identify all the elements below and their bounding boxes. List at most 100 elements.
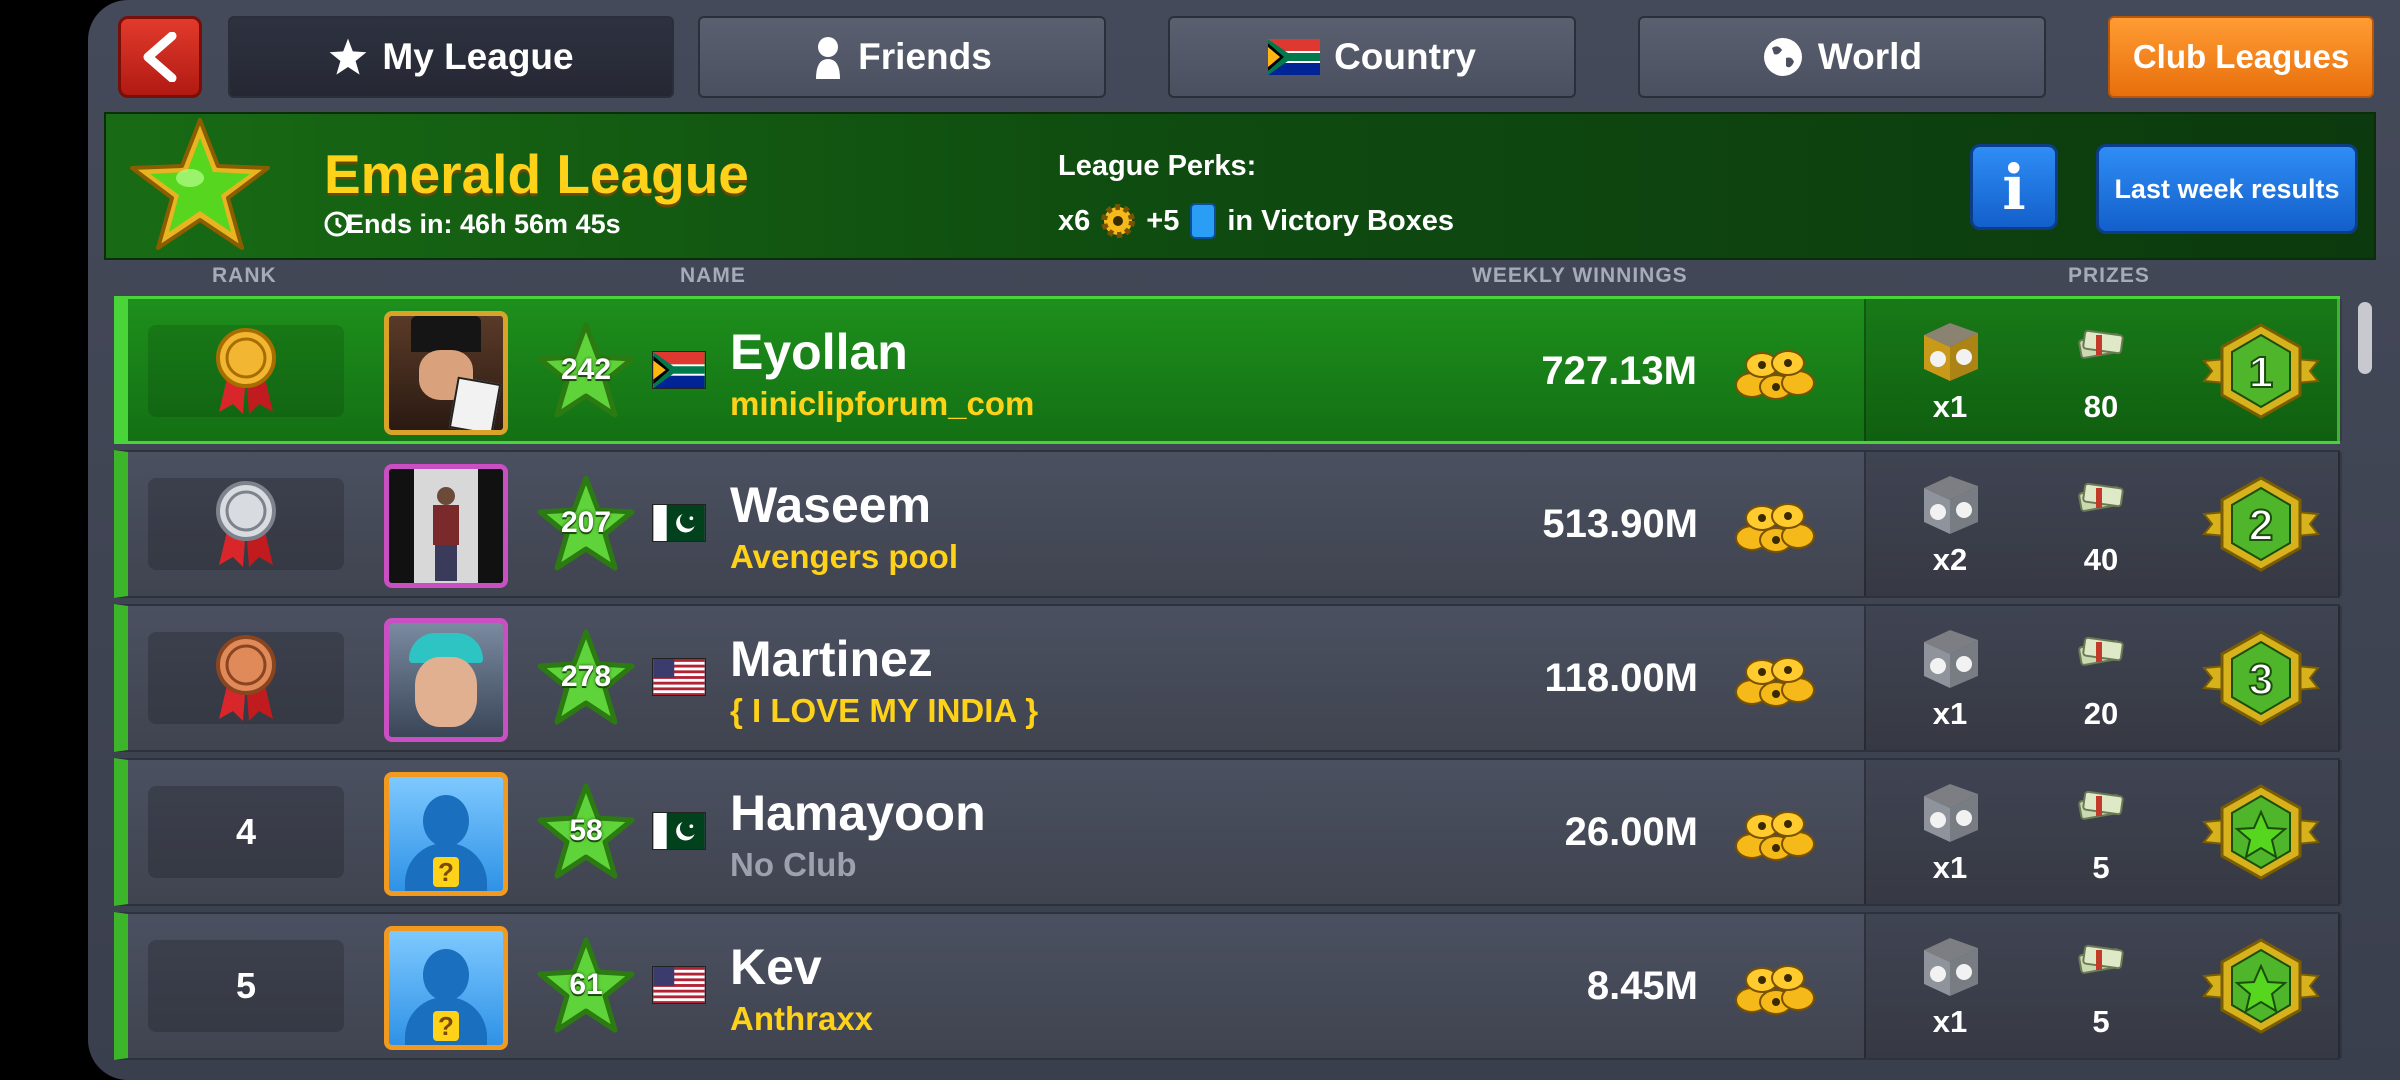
prize-badge-icon: 2 (2202, 476, 2320, 572)
tab-club-leagues[interactable]: Club Leagues (2108, 16, 2374, 98)
league-countdown: Ends in: 46h 56m 45s (346, 209, 621, 239)
tab-label: My League (382, 36, 574, 77)
league-title: Emerald League (324, 143, 749, 205)
player-club: miniclipforum_com (730, 385, 1035, 422)
coins-icon (1732, 956, 1816, 1016)
cash-icon (2076, 480, 2126, 514)
player-club: No Club (730, 846, 857, 883)
coins-icon (1732, 648, 1816, 708)
player-row[interactable]: 242 Eyollan miniclipforum_com 727.13M x1 80 1 (114, 296, 2342, 444)
gold-box-icon (1916, 319, 1984, 383)
tab-world[interactable]: World (1638, 16, 2046, 98)
rank-number: 4 (235, 811, 257, 852)
prize-badge-number: 2 (2249, 501, 2273, 550)
rank-medal-icon (216, 635, 276, 721)
cash-prize-amount: 80 (2083, 389, 2119, 424)
card-icon (1190, 203, 1217, 239)
prize-badge-number: 1 (2249, 348, 2273, 397)
rank-cell (148, 478, 344, 570)
league-perks-label: League Perks: (1058, 150, 1257, 182)
rank-cell: 4 (148, 786, 344, 878)
perk-coin-multiplier: x6 (1058, 204, 1091, 237)
player-avatar[interactable]: ? (384, 926, 508, 1050)
weekly-winnings: 8.45M (1586, 964, 1698, 1008)
league-perks: x6 +5 in Victory Boxes (1058, 202, 1454, 240)
player-name: Eyollan (730, 324, 908, 380)
tab-label: World (1817, 36, 1923, 77)
pakistan-flag-icon (652, 812, 706, 850)
avatar-placeholder: ? (389, 931, 503, 1045)
cash-prize-amount: 40 (2083, 542, 2119, 577)
player-level: 58 (569, 814, 603, 847)
prizes-cell: x1 5 (1864, 760, 2342, 904)
south-africa-flag-icon (652, 351, 706, 389)
player-club: Avengers pool (730, 538, 958, 575)
coins-icon (1732, 494, 1816, 554)
player-avatar[interactable]: ? (384, 772, 508, 896)
cash-icon (2076, 788, 2126, 822)
player-name: Waseem (730, 477, 932, 533)
player-row[interactable]: 207 Waseem Avengers pool 513.90M x2 40 2 (114, 450, 2342, 598)
prize-badge-icon (2202, 938, 2320, 1034)
prize-badge-number: 3 (2249, 655, 2273, 704)
perk-suffix: in Victory Boxes (1227, 204, 1455, 237)
avatar-image (389, 316, 503, 430)
player-level: 61 (569, 968, 603, 1001)
last-week-results-button[interactable]: Last week results (2096, 144, 2358, 234)
avatar-image (389, 623, 503, 737)
scrollbar[interactable] (2358, 302, 2372, 374)
cash-prize-amount: 5 (2092, 1004, 2110, 1039)
player-avatar[interactable] (384, 464, 508, 588)
column-header-prizes: PRIZES (2068, 264, 2150, 287)
box-prize-count: x1 (1932, 696, 1968, 731)
rank-medal-icon (216, 328, 276, 414)
box-prize-count: x1 (1932, 850, 1968, 885)
prize-badge-icon (2202, 784, 2320, 880)
tab-label: Club Leagues (2132, 38, 2350, 75)
player-row[interactable]: 4? 58 Hamayoon No Club 26.00M x1 5 (114, 758, 2342, 906)
cash-icon (2076, 327, 2126, 361)
tab-label: Country (1334, 36, 1476, 77)
silver-box-icon (1916, 934, 1984, 998)
rank-cell (148, 632, 344, 724)
prize-badge-icon: 1 (2202, 323, 2320, 419)
gear-coin-icon (1101, 204, 1136, 238)
chevron-left-icon (143, 32, 177, 82)
player-level: 278 (560, 660, 612, 693)
rank-medal-icon (216, 481, 276, 567)
question-mark-icon: ? (433, 857, 459, 887)
tab-my-league[interactable]: My League (228, 16, 674, 98)
prizes-cell: x2 40 2 (1864, 452, 2342, 596)
player-row[interactable]: 278 Martinez { I LOVE MY INDIA } 118.00M x1 2… (114, 604, 2342, 752)
info-button[interactable]: i (1970, 144, 2058, 230)
cash-prize-amount: 5 (2092, 850, 2110, 885)
perk-card-count: +5 (1146, 204, 1180, 237)
column-header-winnings: WEEKLY WINNINGS (1472, 264, 1688, 287)
coins-icon (1732, 802, 1816, 862)
tab-friends[interactable]: Friends (698, 16, 1106, 98)
prizes-cell: x1 20 3 (1864, 606, 2342, 750)
tab-country[interactable]: Country (1168, 16, 1576, 98)
player-name: Martinez (730, 631, 933, 687)
league-screen: My League Friends Country World Club Lea… (88, 0, 2400, 1080)
player-avatar[interactable] (384, 618, 508, 742)
column-header-name: NAME (680, 264, 746, 287)
player-avatar[interactable] (384, 311, 508, 435)
silver-box-icon (1916, 626, 1984, 690)
back-button[interactable] (118, 16, 202, 98)
weekly-winnings: 26.00M (1564, 810, 1698, 854)
usa-flag-icon (652, 658, 706, 696)
player-row[interactable]: 5? 61 Kev Anthraxx 8.45M x1 5 (114, 912, 2342, 1060)
rank-cell (148, 325, 344, 417)
player-name: Kev (730, 939, 822, 995)
coins-icon (1732, 341, 1816, 401)
box-prize-count: x1 (1932, 389, 1968, 424)
silver-box-icon (1916, 472, 1984, 536)
player-level: 242 (560, 353, 612, 386)
avatar-image (389, 469, 503, 583)
player-level: 207 (560, 506, 612, 539)
cash-icon (2076, 634, 2126, 668)
player-club: Anthraxx (730, 1000, 874, 1037)
box-prize-count: x1 (1932, 1004, 1968, 1039)
pakistan-flag-icon (652, 504, 706, 542)
